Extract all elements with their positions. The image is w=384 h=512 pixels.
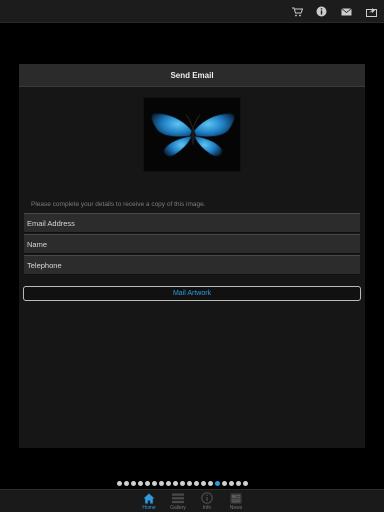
name-input[interactable]	[27, 239, 360, 249]
mail-artwork-button[interactable]: Mail Artwork	[23, 286, 361, 301]
home-icon	[142, 492, 156, 504]
page-dot[interactable]	[159, 481, 164, 486]
page-dot[interactable]	[194, 481, 199, 486]
tab-info[interactable]: Info	[193, 490, 221, 512]
page-dot[interactable]	[117, 481, 122, 486]
butterfly-artwork-image	[143, 97, 241, 172]
info-icon[interactable]	[314, 5, 328, 18]
page-dot[interactable]	[166, 481, 171, 486]
page-dot[interactable]	[222, 481, 227, 486]
cart-icon[interactable]	[290, 5, 304, 18]
tab-label: Gallery	[170, 505, 186, 511]
page-dot[interactable]	[145, 481, 150, 486]
mail-icon[interactable]	[339, 5, 353, 18]
page-dot[interactable]	[229, 481, 234, 486]
send-email-dialog: Send Email Please complete your details …	[19, 64, 365, 448]
page-dot[interactable]	[131, 481, 136, 486]
telephone-field	[24, 255, 360, 275]
page-dot[interactable]	[187, 481, 192, 486]
page-dot[interactable]	[243, 481, 248, 486]
email-field	[24, 213, 360, 233]
email-input[interactable]	[27, 218, 360, 228]
gallery-icon	[171, 492, 185, 504]
share-icon[interactable]	[364, 5, 378, 18]
tab-label: Info	[202, 505, 212, 511]
name-field	[24, 234, 360, 254]
tab-label: Home	[142, 505, 156, 511]
page-dot[interactable]	[124, 481, 129, 486]
news-icon	[229, 492, 243, 504]
tab-home[interactable]: Home	[135, 490, 163, 512]
page-dot[interactable]	[180, 481, 185, 486]
page-indicator	[117, 481, 248, 487]
info-icon	[200, 492, 214, 504]
page-dot[interactable]	[208, 481, 213, 486]
instructions-text: Please complete your details to receive …	[31, 201, 206, 208]
page-dot[interactable]	[201, 481, 206, 486]
dialog-title: Send Email	[19, 64, 365, 87]
page-dot[interactable]	[236, 481, 241, 486]
tab-news[interactable]: News	[222, 490, 250, 512]
page-dot[interactable]	[138, 481, 143, 486]
top-toolbar	[0, 0, 384, 23]
tab-gallery[interactable]: Gallery	[164, 490, 192, 512]
bottom-tab-bar: Home Gallery Info News	[0, 489, 384, 512]
page-dot[interactable]	[215, 481, 220, 486]
tab-label: News	[229, 505, 243, 511]
page-dot[interactable]	[152, 481, 157, 486]
telephone-input[interactable]	[27, 260, 360, 270]
page-dot[interactable]	[173, 481, 178, 486]
